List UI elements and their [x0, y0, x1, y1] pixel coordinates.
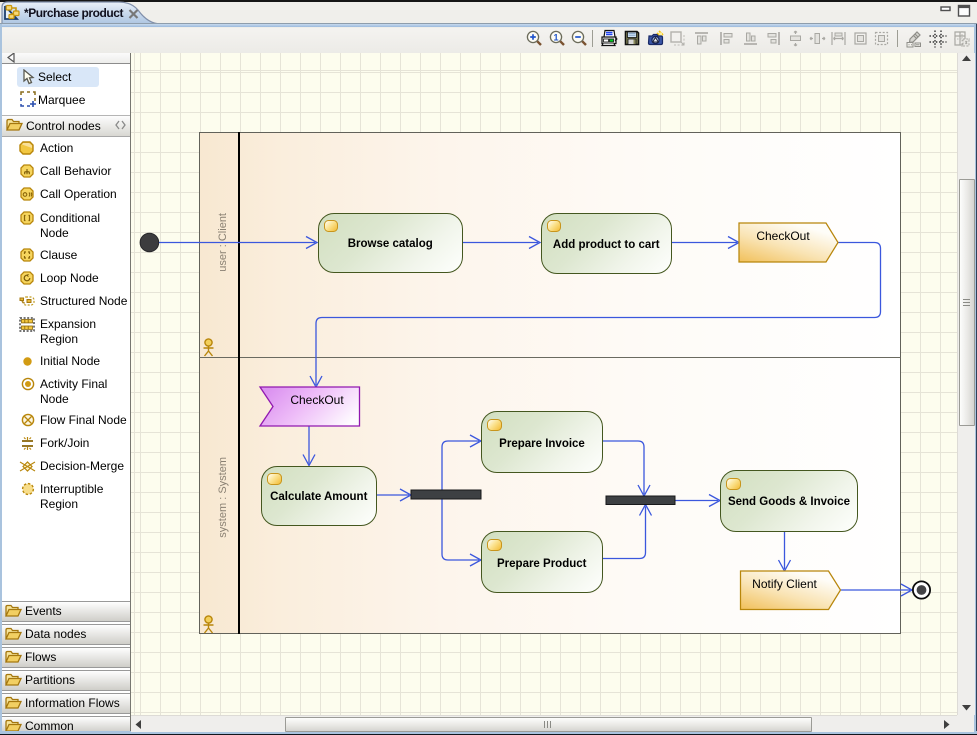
svg-text:CheckOut: CheckOut [290, 393, 344, 407]
svg-text:Notify Client: Notify Client [752, 577, 817, 591]
svg-text:CheckOut: CheckOut [756, 229, 810, 243]
svg-text:1: 1 [553, 33, 558, 43]
